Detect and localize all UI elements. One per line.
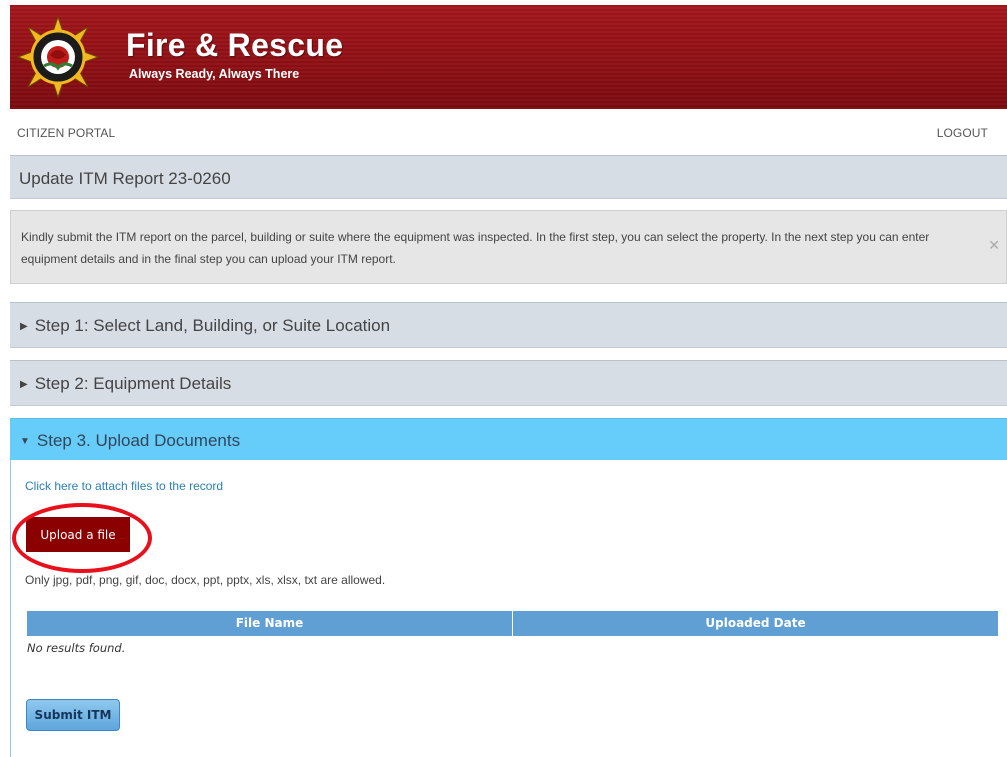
info-message-text: Kindly submit the ITM report on the parc… — [21, 230, 930, 266]
citizen-portal-link[interactable]: CITIZEN PORTAL — [17, 126, 115, 140]
allowed-file-types: Only jpg, pdf, png, gif, doc, docx, ppt,… — [25, 573, 386, 587]
info-message: Kindly submit the ITM report on the parc… — [10, 210, 1007, 284]
brand-title: Fire & Rescue — [126, 27, 344, 63]
page-title-bar: Update ITM Report 23-0260 — [10, 155, 1007, 199]
header-banner: Fire & Rescue Always Ready, Always There — [10, 5, 1007, 109]
caret-right-icon: ▶ — [20, 321, 28, 332]
step-1-title: Step 1: Select Land, Building, or Suite … — [34, 316, 391, 335]
column-file-name[interactable]: File Name — [27, 611, 512, 636]
submit-itm-button[interactable]: Submit ITM — [26, 699, 120, 731]
step-3-title: Step 3. Upload Documents — [36, 431, 241, 450]
step-1-label: ▶ Step 1: Select Land, Building, or Suite… — [20, 316, 390, 336]
step-2-label: ▶ Step 2: Equipment Details — [20, 374, 231, 394]
step-3-header[interactable]: ▼ Step 3. Upload Documents — [10, 418, 1007, 460]
step-2-title: Step 2: Equipment Details — [34, 374, 232, 393]
caret-down-icon: ▼ — [20, 436, 30, 447]
empty-results: No results found. — [27, 641, 126, 655]
logout-link[interactable]: LOGOUT — [937, 126, 988, 140]
brand-tagline: Always Ready, Always There — [129, 67, 300, 81]
upload-file-button[interactable]: Upload a file — [26, 517, 130, 552]
caret-right-icon: ▶ — [20, 379, 28, 390]
step-1-header[interactable]: ▶ Step 1: Select Land, Building, or Suite… — [10, 302, 1007, 348]
files-table-header: File Name Uploaded Date — [27, 611, 998, 636]
attach-files-link[interactable]: Click here to attach files to the record — [25, 479, 223, 493]
files-table: File Name Uploaded Date No results found… — [27, 611, 998, 655]
column-uploaded-date[interactable]: Uploaded Date — [512, 611, 998, 636]
step-2-header[interactable]: ▶ Step 2: Equipment Details — [10, 360, 1007, 406]
page-title: Update ITM Report 23-0260 — [19, 169, 231, 188]
step-3-body: Click here to attach files to the record… — [10, 460, 1007, 757]
close-icon[interactable]: ✕ — [988, 237, 1000, 254]
step-3-label: ▼ Step 3. Upload Documents — [20, 431, 240, 451]
top-nav: CITIZEN PORTAL LOGOUT — [10, 120, 1007, 148]
fire-rescue-badge-icon — [16, 15, 100, 99]
